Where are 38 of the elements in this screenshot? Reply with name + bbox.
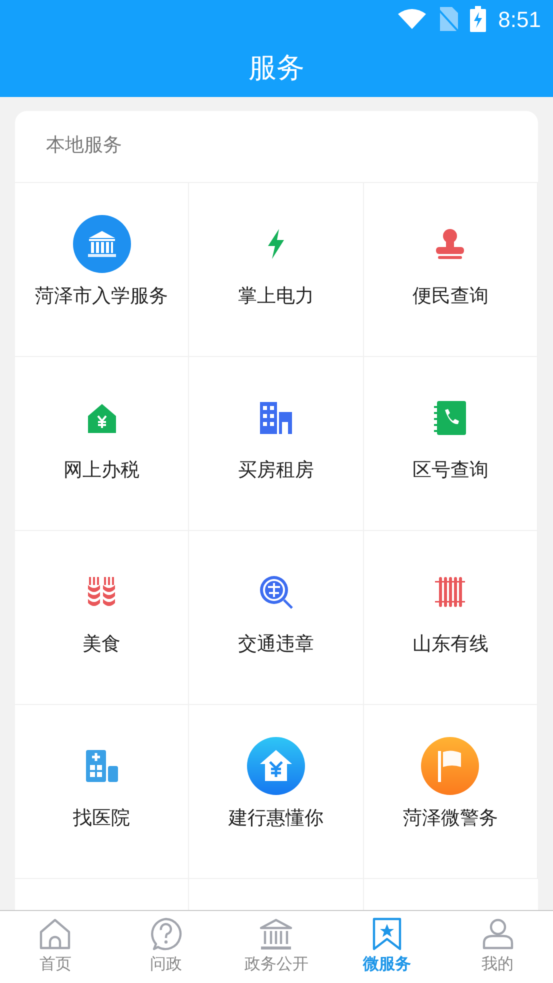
- magnifier-icon: [258, 575, 293, 609]
- tab[interactable]: 首页: [0, 911, 111, 983]
- radiator-icon: [435, 577, 466, 607]
- section-title: 本地服务: [46, 134, 122, 158]
- page-title: 服务: [248, 50, 304, 84]
- service-item[interactable]: 网上办税: [15, 357, 190, 531]
- wifi-icon: [398, 9, 426, 29]
- service-item[interactable]: 山东有线: [364, 531, 538, 705]
- tab[interactable]: 我的: [442, 911, 553, 983]
- service-item[interactable]: 菏泽市入学服务: [15, 183, 190, 357]
- house-icon: [86, 403, 117, 433]
- tab[interactable]: 问政: [110, 911, 222, 983]
- stamp-icon: [435, 228, 466, 260]
- service-item[interactable]: 美食: [15, 531, 190, 705]
- wheat-icon: [88, 577, 116, 607]
- service-item[interactable]: 掌上电力: [189, 183, 364, 357]
- phone-book-icon: [434, 401, 466, 435]
- status-time: 8:51: [498, 6, 541, 34]
- help-icon: [148, 917, 183, 951]
- service-item[interactable]: 菏泽微警务: [364, 705, 538, 879]
- no-sim-icon: [438, 7, 458, 31]
- home-icon: [38, 917, 72, 951]
- buildings-icon: [260, 402, 292, 434]
- service-item[interactable]: 交通违章: [189, 531, 364, 705]
- bank-icon: [259, 917, 294, 951]
- tab[interactable]: 政务公开: [221, 911, 332, 983]
- service-item[interactable]: 区号查询: [364, 357, 538, 531]
- service-item[interactable]: 买房租房: [189, 357, 364, 531]
- hospital-icon: [86, 750, 118, 782]
- house-icon: [246, 737, 305, 795]
- battery-charging-icon: [470, 6, 486, 32]
- service-item[interactable]: 建行惠懂你: [189, 705, 364, 879]
- flag-icon: [421, 737, 480, 795]
- bank-icon: [72, 215, 131, 273]
- user-icon: [480, 917, 515, 951]
- service-item[interactable]: 找医院: [15, 705, 190, 879]
- service-item[interactable]: 便民查询: [364, 183, 538, 357]
- lightning-icon: [266, 229, 286, 259]
